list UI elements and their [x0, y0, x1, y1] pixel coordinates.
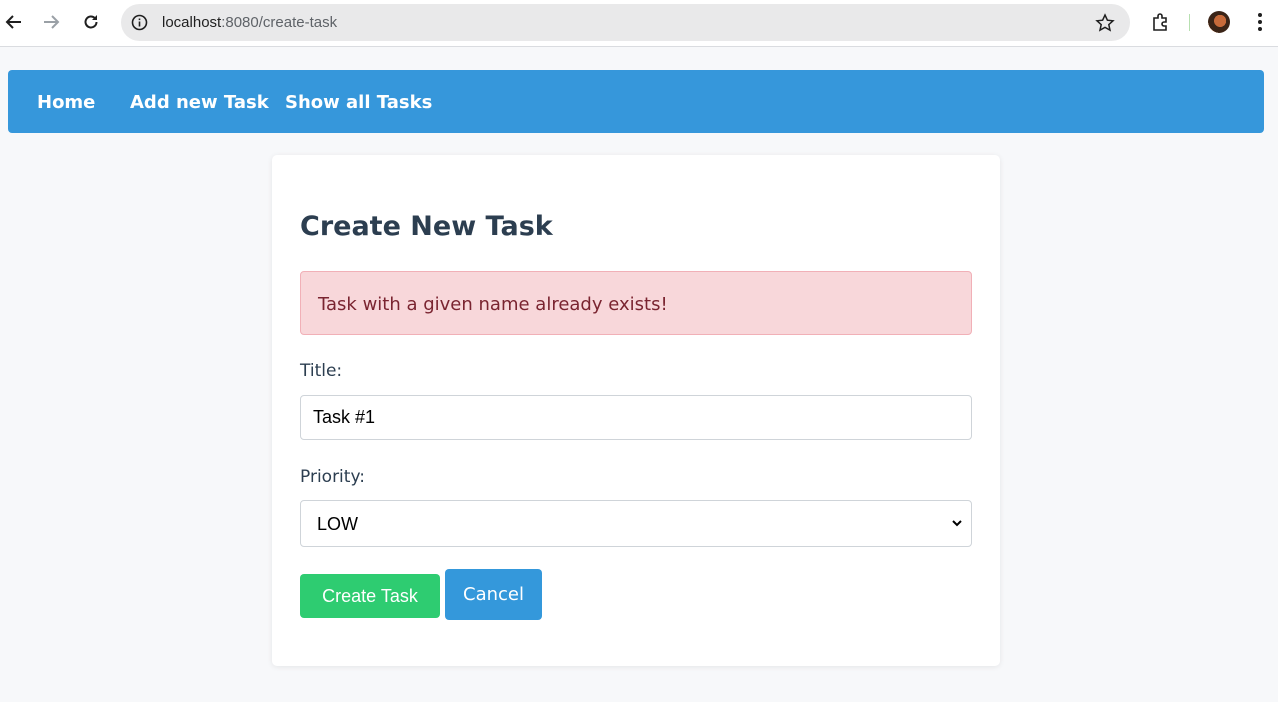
title-input[interactable] — [300, 395, 972, 440]
page-title: Create New Task — [300, 211, 553, 242]
bookmark-star-icon[interactable] — [1094, 12, 1116, 34]
priority-label: Priority: — [300, 467, 365, 487]
priority-select[interactable]: LOW — [300, 500, 972, 547]
url-host: localhost — [162, 14, 222, 31]
url-path: :8080/create-task — [221, 14, 338, 31]
app-navbar: Home Add new Task Show all Tasks — [8, 70, 1264, 133]
nav-link-home[interactable]: Home — [37, 92, 95, 113]
site-info-icon[interactable] — [130, 13, 149, 32]
create-task-button[interactable]: Create Task — [300, 574, 440, 618]
chevron-down-icon — [952, 520, 962, 527]
cancel-button[interactable]: Cancel — [445, 569, 542, 620]
toolbar-divider — [1189, 14, 1190, 31]
kebab-menu-icon[interactable] — [1250, 10, 1270, 34]
address-bar[interactable]: localhost:8080/create-task — [121, 4, 1130, 41]
title-label: Title: — [300, 361, 343, 381]
profile-avatar[interactable] — [1208, 11, 1230, 33]
priority-selected-value: LOW — [317, 514, 359, 534]
nav-link-add-new-task[interactable]: Add new Task — [130, 92, 269, 113]
back-arrow-icon[interactable] — [0, 8, 28, 36]
nav-link-show-all-tasks[interactable]: Show all Tasks — [285, 92, 432, 113]
extensions-puzzle-icon[interactable] — [1148, 9, 1174, 35]
create-task-card: Create New Task Task with a given name a… — [272, 155, 1000, 666]
url-text: localhost:8080/create-task — [162, 14, 337, 31]
browser-toolbar: localhost:8080/create-task — [0, 0, 1278, 47]
reload-icon[interactable] — [77, 8, 105, 36]
error-alert: Task with a given name already exists! — [300, 271, 972, 335]
forward-arrow-icon[interactable] — [37, 8, 65, 36]
error-message: Task with a given name already exists! — [318, 294, 668, 315]
